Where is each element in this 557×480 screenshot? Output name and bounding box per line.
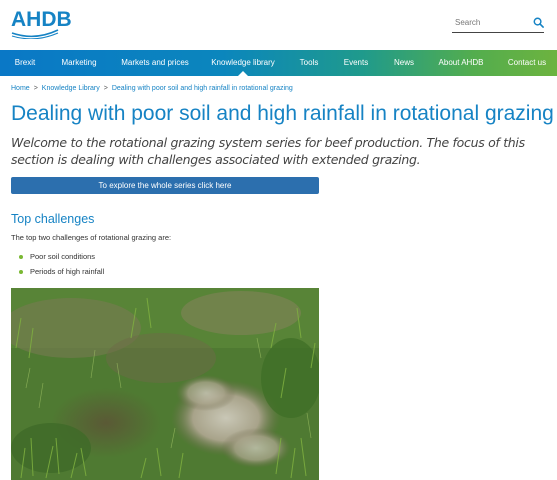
challenges-list: Poor soil conditions Periods of high rai…	[19, 251, 104, 281]
site-header: AHDB	[0, 0, 557, 50]
nav-item-marketing[interactable]: Marketing	[54, 50, 104, 76]
nav-item-contact-us[interactable]: Contact us	[502, 50, 552, 76]
nav-item-news[interactable]: News	[384, 50, 424, 76]
explore-series-button[interactable]: To explore the whole series click here	[11, 177, 319, 194]
nav-item-markets-and-prices[interactable]: Markets and prices	[118, 50, 192, 76]
breadcrumb-knowledge-library[interactable]: Knowledge Library	[42, 85, 100, 92]
poached-grass-photo	[11, 288, 319, 480]
intro-text: Welcome to the rotational grazing system…	[11, 135, 525, 167]
nav-item-label: Knowledge library	[211, 58, 275, 67]
list-item: Periods of high rainfall	[19, 266, 104, 281]
main-navigation: Brexit Marketing Markets and prices Know…	[0, 50, 557, 76]
caret-up-icon	[238, 71, 248, 76]
nav-item-brexit[interactable]: Brexit	[0, 50, 50, 76]
nav-item-knowledge-library[interactable]: Knowledge library	[207, 50, 279, 76]
breadcrumb-separator: >	[103, 85, 108, 92]
section-heading: Top challenges	[11, 212, 95, 226]
logo-swoosh-icon	[11, 29, 59, 39]
breadcrumb: Home > Knowledge Library > Dealing with poor…	[11, 85, 293, 92]
search-icon[interactable]	[533, 17, 544, 28]
nav-item-tools[interactable]: Tools	[287, 50, 331, 76]
breadcrumb-separator: >	[33, 85, 38, 92]
breadcrumb-home[interactable]: Home	[11, 85, 30, 92]
page-title: Dealing with poor soil and high rainfall…	[11, 102, 554, 125]
ahdb-logo[interactable]: AHDB	[11, 8, 72, 41]
breadcrumb-current-page[interactable]: Dealing with poor soil and high rainfall…	[112, 85, 293, 92]
bullet-icon	[19, 270, 23, 274]
list-item-label: Periods of high rainfall	[30, 267, 105, 276]
section-text: The top two challenges of rotational gra…	[11, 233, 172, 242]
logo-text: AHDB	[11, 8, 72, 31]
list-item-label: Poor soil conditions	[30, 252, 96, 261]
search-input[interactable]	[452, 15, 531, 30]
list-item: Poor soil conditions	[19, 251, 104, 266]
nav-item-about-ahdb[interactable]: About AHDB	[432, 50, 490, 76]
nav-item-events[interactable]: Events	[336, 50, 376, 76]
search-box	[452, 15, 544, 33]
bullet-icon	[19, 255, 23, 259]
